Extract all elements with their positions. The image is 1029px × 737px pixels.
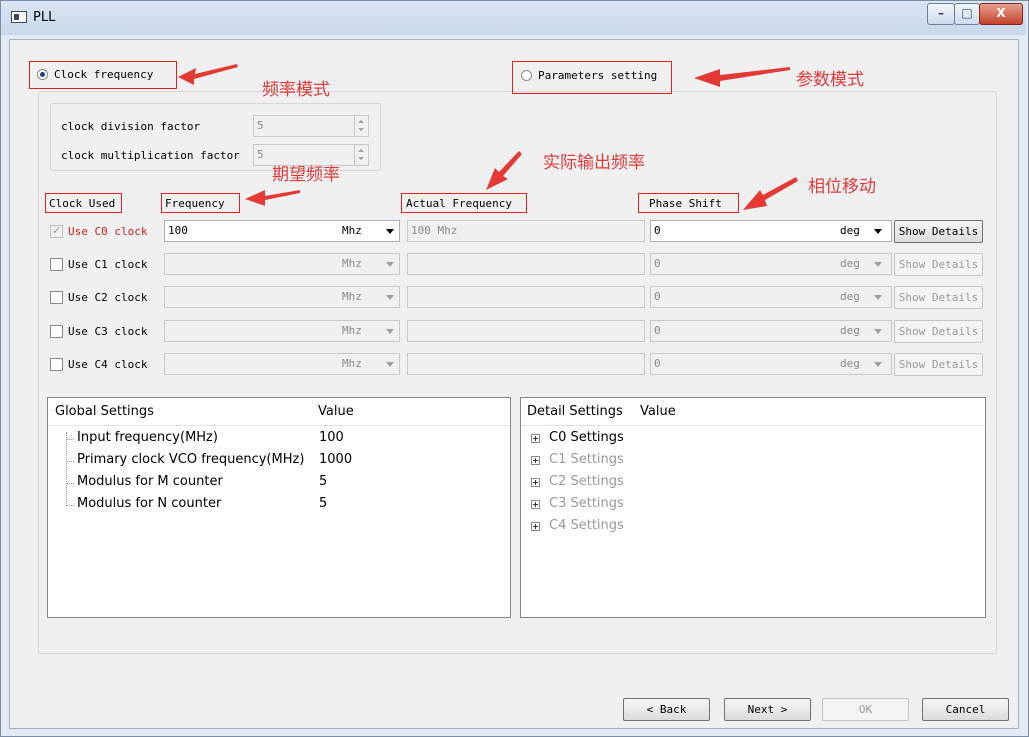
arrow-to-parameters-setting bbox=[694, 67, 790, 87]
annotation-arrows bbox=[178, 64, 798, 210]
annotation-desired-freq: 期望频率 bbox=[272, 165, 340, 185]
arrow-to-phase-shift bbox=[743, 177, 798, 210]
annotation-actual-output: 实际输出频率 bbox=[543, 153, 645, 173]
arrow-to-actual-frequency bbox=[486, 151, 522, 190]
annotation-param-mode: 参数模式 bbox=[796, 70, 864, 90]
annotation-freq-mode: 频率模式 bbox=[262, 80, 330, 100]
arrow-to-frequency-header bbox=[245, 190, 300, 206]
arrow-to-clock-frequency bbox=[178, 64, 238, 85]
annotation-phase-move: 相位移动 bbox=[808, 177, 876, 197]
